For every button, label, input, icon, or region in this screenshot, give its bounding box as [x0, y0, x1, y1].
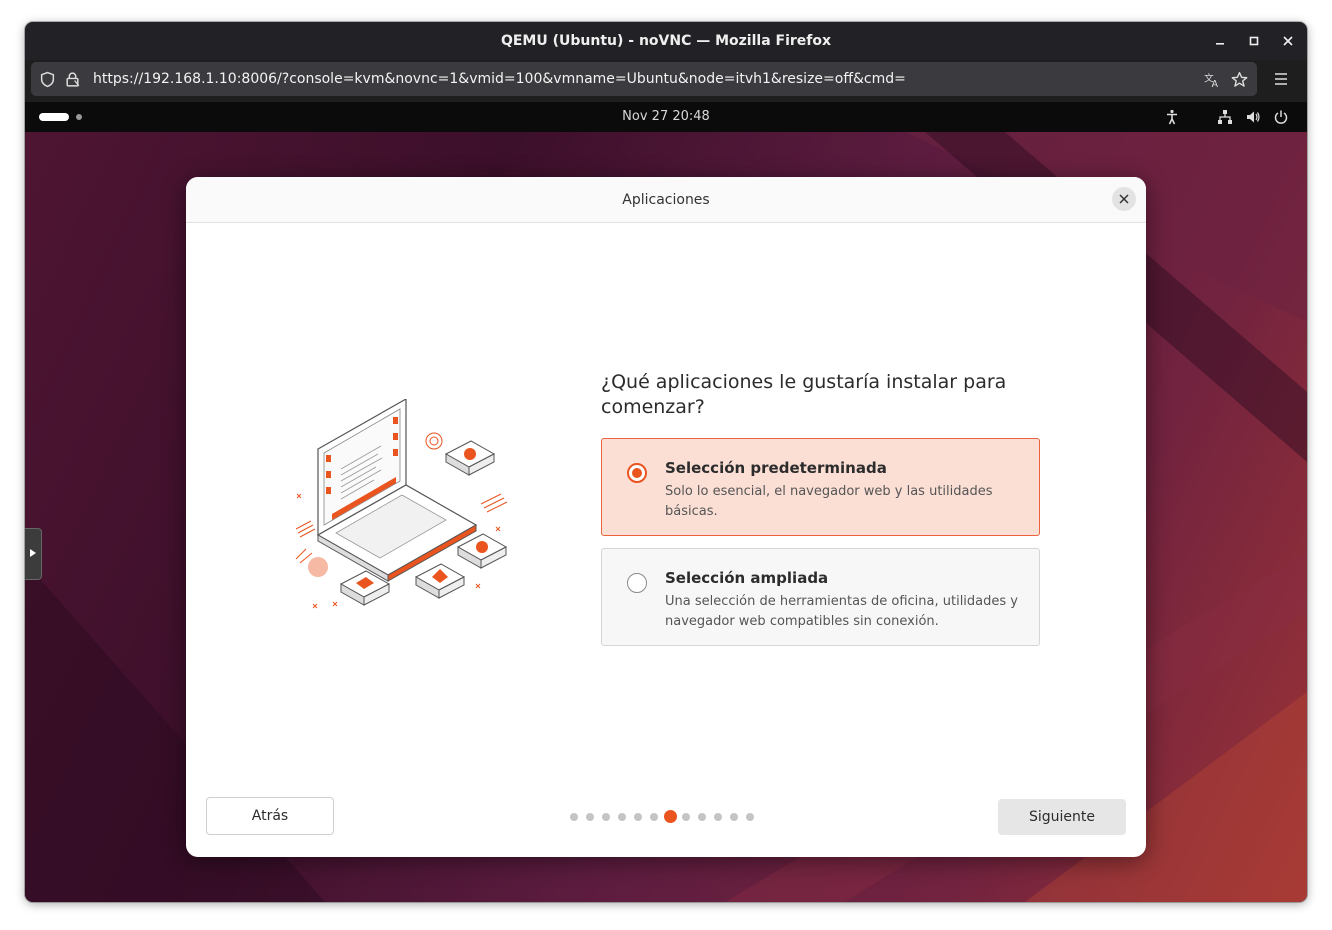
option-description: Una selección de herramientas de oficina…: [665, 594, 1018, 629]
expand-arrow-icon: [30, 549, 36, 557]
pager-dot: [730, 813, 738, 821]
radio-selected[interactable]: [627, 463, 647, 483]
pager-dot-active: [664, 810, 677, 823]
power-icon[interactable]: [1273, 109, 1289, 125]
lock-icon[interactable]: [64, 71, 81, 88]
pager-dot: [618, 813, 626, 821]
pager-dot: [682, 813, 690, 821]
option-default-selection[interactable]: Selección predeterminada Solo lo esencia…: [601, 438, 1040, 536]
dialog-title: Aplicaciones: [622, 192, 710, 208]
pager-dot: [714, 813, 722, 821]
shield-icon[interactable]: [39, 71, 56, 88]
option-description: Solo lo esencial, el navegador web y las…: [665, 484, 993, 519]
pager-dot: [570, 813, 578, 821]
next-button[interactable]: Siguiente: [998, 799, 1126, 835]
novnc-control-handle[interactable]: [25, 528, 42, 580]
back-button[interactable]: Atrás: [206, 797, 334, 835]
question-heading: ¿Qué aplicaciones le gustaría instalar p…: [601, 371, 1007, 418]
translate-icon[interactable]: 文A: [1203, 71, 1220, 88]
maximize-icon[interactable]: [1247, 34, 1261, 48]
option-extended-selection[interactable]: Selección ampliada Una selección de herr…: [601, 548, 1040, 646]
installer-dialog: Aplicaciones ¿Qué aplicaciones le gustar…: [186, 177, 1146, 857]
option-title: Selección predeterminada: [665, 459, 887, 477]
pager-dot: [698, 813, 706, 821]
radio-unselected[interactable]: [627, 573, 647, 593]
window-title: QEMU (Ubuntu) - noVNC — Mozilla Firefox: [500, 33, 832, 49]
minimize-icon[interactable]: [1213, 34, 1227, 48]
option-title: Selección ampliada: [665, 569, 829, 587]
volume-icon[interactable]: [1245, 109, 1261, 125]
dialog-close-button[interactable]: [1112, 187, 1136, 211]
gnome-top-bar: Nov 27 20:48: [25, 102, 1307, 132]
title-bar: QEMU (Ubuntu) - noVNC — Mozilla Firefox: [25, 22, 1307, 60]
menu-icon[interactable]: [1271, 69, 1291, 89]
clock[interactable]: Nov 27 20:48: [25, 109, 1307, 124]
star-icon[interactable]: [1231, 71, 1248, 88]
dialog-header: Aplicaciones: [186, 177, 1146, 223]
pager-dot: [602, 813, 610, 821]
network-icon[interactable]: [1217, 109, 1233, 125]
pager-dot: [746, 813, 754, 821]
pager-dot: [634, 813, 642, 821]
url-text[interactable]: https://192.168.1.10:8006/?console=kvm&n…: [93, 71, 906, 87]
apps-illustration: [295, 399, 508, 609]
pager-dot: [650, 813, 658, 821]
accessibility-icon[interactable]: [1164, 109, 1180, 125]
svg-text:A: A: [1212, 79, 1219, 88]
close-icon[interactable]: [1281, 34, 1295, 48]
close-icon: [1119, 194, 1129, 204]
pager-dot: [586, 813, 594, 821]
address-bar[interactable]: https://192.168.1.10:8006/?console=kvm&n…: [31, 62, 1257, 96]
